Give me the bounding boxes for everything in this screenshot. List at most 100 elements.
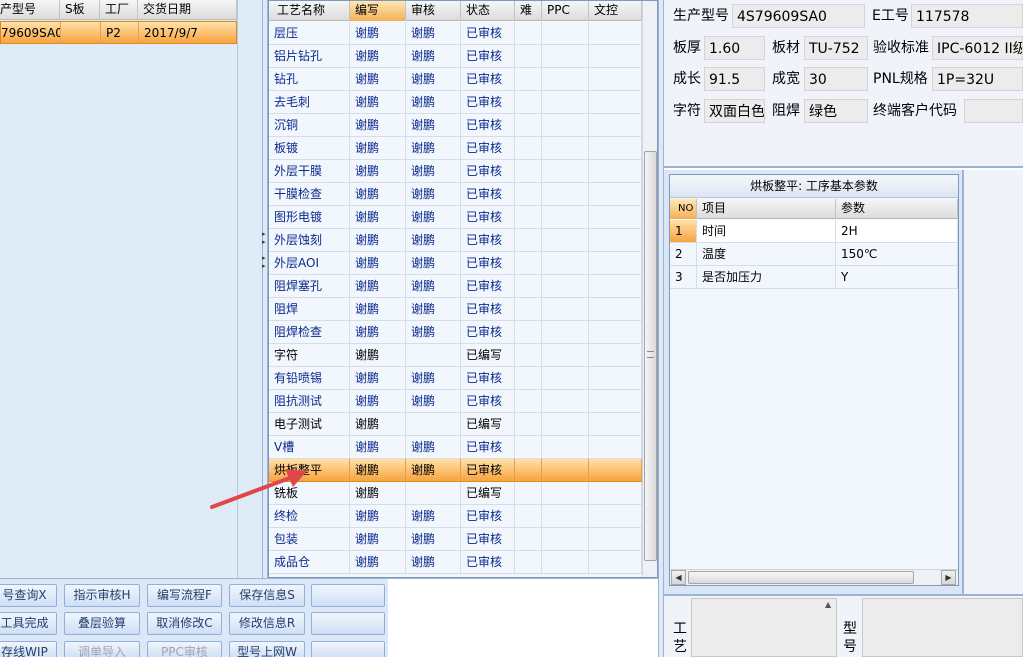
process-writer: 谢鹏 [350,528,406,550]
process-scrollbar[interactable] [642,1,657,577]
process-doc [589,160,642,182]
params-side-panel [962,170,1023,594]
process-doc [589,298,642,320]
process-row[interactable]: 有铅喷锡 谢鹏 谢鹏 已审核 [269,367,642,390]
col-header-sboard[interactable]: S板 [60,0,100,20]
mask-field[interactable]: 绿色 [804,99,868,123]
col-header-model[interactable]: 产型号 [0,0,60,20]
col-header-reviewer[interactable]: 审核 [406,1,461,21]
col-header-doc[interactable]: 文控 [589,1,642,21]
param-value: 150℃ [836,243,958,265]
col-header-date[interactable]: 交货日期 [138,0,237,20]
process-writer: 谢鹏 [350,459,406,481]
import-button[interactable]: 调单导入 [64,641,140,657]
col-header-ppc[interactable]: PPC [542,1,589,21]
process-row[interactable]: V槽 谢鹏 谢鹏 已审核 [269,436,642,459]
process-row[interactable]: 阻焊检查 谢鹏 谢鹏 已审核 [269,321,642,344]
process-row[interactable]: 干膜检查 谢鹏 谢鹏 已审核 [269,183,642,206]
silk-label: 字符 [673,103,701,119]
col-header-name[interactable]: 工艺名称 [269,1,350,21]
params-col-value[interactable]: 参数 [836,199,958,219]
param-row[interactable]: 1 时间 2H [670,220,958,243]
splitter-arrow-icon[interactable]: ▸ ▸ ▸ ▸ [262,230,266,270]
process-row[interactable]: 外层蚀刻 谢鹏 谢鹏 已审核 [269,229,642,252]
length-field[interactable]: 91.5 [704,67,765,91]
process-row[interactable]: 图形电镀 谢鹏 谢鹏 已审核 [269,206,642,229]
col-header-status[interactable]: 状态 [461,1,515,21]
process-row[interactable]: 包装 谢鹏 谢鹏 已审核 [269,528,642,551]
blank-button-2[interactable] [311,612,385,635]
process-reviewer: 谢鹏 [406,91,461,113]
process-row[interactable]: 电子测试 谢鹏 已编写 [269,413,642,436]
process-row[interactable]: 铣板 谢鹏 已编写 [269,482,642,505]
process-doc [589,183,642,205]
scroll-left-icon[interactable]: ◀ [671,570,686,585]
model-online-button[interactable]: 型号上网W [229,641,305,657]
customer-field[interactable] [964,99,1023,123]
process-ppc [542,137,589,159]
process-row[interactable]: 外层AOI 谢鹏 谢鹏 已审核 [269,252,642,275]
process-row[interactable]: 成品仓 谢鹏 谢鹏 已审核 [269,551,642,574]
save-info-button[interactable]: 保存信息S [229,584,305,607]
process-row[interactable]: 去毛刺 谢鹏 谢鹏 已审核 [269,91,642,114]
col-header-factory[interactable]: 工厂 [100,0,138,20]
cancel-edit-button[interactable]: 取消修改C [147,612,222,635]
process-row[interactable]: 外层干膜 谢鹏 谢鹏 已审核 [269,160,642,183]
review-button[interactable]: 指示审核H [64,584,140,607]
stackup-check-button[interactable]: 叠层验算 [64,612,140,635]
process-reviewer: 谢鹏 [406,321,461,343]
process-row[interactable]: 阻抗测试 谢鹏 谢鹏 已审核 [269,390,642,413]
order-date: 2017/9/7 [144,26,198,40]
edit-info-button[interactable]: 修改信息R [229,612,305,635]
process-row[interactable]: 铝片钻孔 谢鹏 谢鹏 已审核 [269,45,642,68]
customer-label: 终端客户代码 [873,103,957,119]
col-header-difficulty[interactable]: 难 [515,1,542,21]
eno-field[interactable]: 117578 [911,4,1023,28]
params-col-item[interactable]: 项目 [697,199,836,219]
info-panel: 生产型号 4S79609SA0 E工号 117578 板厚 1.60 板材 TU… [664,0,1023,168]
model-field[interactable]: 4S79609SA0 [732,4,865,28]
process-doc [589,367,642,389]
params-hscrollbar[interactable]: ◀ ▶ [670,569,958,585]
process-status: 已编写 [461,482,515,504]
scroll-right-icon[interactable]: ▶ [941,570,956,585]
process-row[interactable]: 板镀 谢鹏 谢鹏 已审核 [269,137,642,160]
order-row-selected[interactable]: 79609SA0 P2 2017/9/7 [0,21,237,44]
silk-field[interactable]: 双面白色 [704,99,765,123]
process-name: 板镀 [269,137,350,159]
process-row[interactable]: 阻焊塞孔 谢鹏 谢鹏 已审核 [269,275,642,298]
material-field[interactable]: TU-752 [804,36,868,60]
process-row[interactable]: 阻焊 谢鹏 谢鹏 已审核 [269,298,642,321]
process-row[interactable]: 钻孔 谢鹏 谢鹏 已审核 [269,68,642,91]
param-row[interactable]: 3 是否加压力 Y [670,266,958,289]
col-header-writer[interactable]: 编写 [350,1,406,21]
model-query-button[interactable]: 号查询X [0,584,57,607]
process-row[interactable]: 字符 谢鹏 已编写 [269,344,642,367]
param-row[interactable]: 2 温度 150℃ [670,243,958,266]
process-row[interactable]: 终检 谢鹏 谢鹏 已审核 [269,505,642,528]
pnl-field[interactable]: 1P=32U [932,67,1023,91]
process-difficulty [515,45,542,67]
process-row[interactable]: 层压 谢鹏 谢鹏 已审核 [269,22,642,45]
params-col-no[interactable]: NO [670,199,697,219]
craft-memo[interactable] [691,598,837,657]
thickness-field[interactable]: 1.60 [704,36,765,60]
memo-scroll-up-icon[interactable]: ▲ [825,600,831,609]
tool-complete-button[interactable]: 工具完成 [0,612,57,635]
process-difficulty [515,68,542,90]
wip-button[interactable]: 存线WIP [0,641,57,657]
hscroll-thumb[interactable] [688,571,914,584]
write-flow-button[interactable]: 编写流程F [147,584,222,607]
process-ppc [542,390,589,412]
process-status: 已审核 [461,390,515,412]
process-row[interactable]: 沉铜 谢鹏 谢鹏 已审核 [269,114,642,137]
process-reviewer: 谢鹏 [406,183,461,205]
model-memo[interactable] [862,598,1023,657]
process-reviewer: 谢鹏 [406,459,461,481]
process-row-selected[interactable]: 烘板整平 谢鹏 谢鹏 已审核 [269,459,642,482]
width-field[interactable]: 30 [804,67,868,91]
ppc-review-button[interactable]: PPC审核 [147,641,222,657]
standard-field[interactable]: IPC-6012 II级 [932,36,1023,60]
blank-button-1[interactable] [311,584,385,607]
blank-button-3[interactable] [311,641,385,657]
